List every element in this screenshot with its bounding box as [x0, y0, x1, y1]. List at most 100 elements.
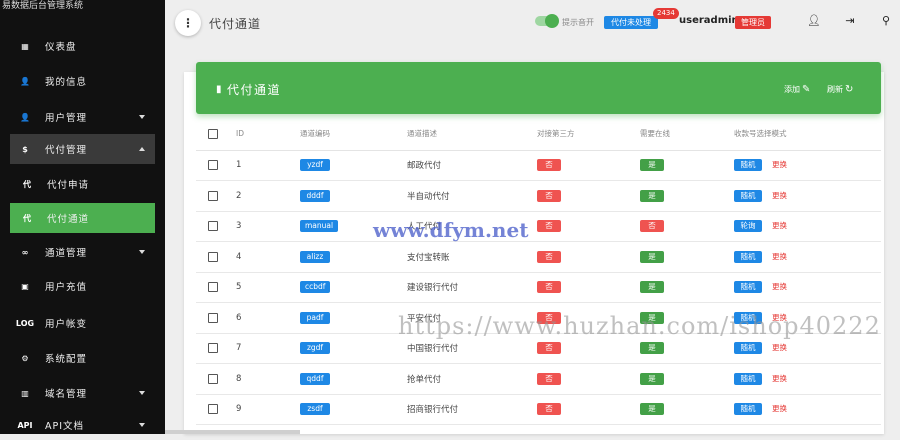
pending-count-badge: 2434	[653, 8, 679, 19]
cell-id: 4	[236, 241, 300, 273]
online-tag[interactable]: 是	[640, 159, 664, 172]
change-mode-link[interactable]: 更换	[772, 374, 787, 383]
pending-payout-button[interactable]: 代付未处理	[604, 16, 658, 29]
row-checkbox[interactable]	[208, 251, 218, 262]
sidebar-item-8[interactable]: LOG 用户帐变	[10, 308, 155, 338]
third-party-tag[interactable]: 否	[537, 281, 561, 294]
row-checkbox[interactable]	[208, 190, 218, 201]
third-party-tag[interactable]: 否	[537, 220, 561, 233]
online-tag[interactable]: 是	[640, 250, 664, 263]
row-checkbox[interactable]	[208, 404, 218, 414]
third-party-tag[interactable]: 否	[537, 403, 561, 416]
third-party-tag[interactable]: 否	[537, 311, 561, 324]
online-tag[interactable]: 是	[640, 342, 664, 355]
third-party-tag[interactable]: 否	[537, 372, 561, 385]
cell-desc: 中国银行代付	[407, 333, 537, 364]
change-mode-link[interactable]: 更换	[772, 282, 787, 291]
change-mode-link[interactable]: 更换	[772, 343, 787, 352]
sidebar-item-7[interactable]: ▣ 用户充值	[10, 271, 155, 301]
third-party-tag[interactable]: 否	[537, 189, 561, 202]
online-tag[interactable]: 是	[640, 403, 664, 416]
mode-tag: 随机	[734, 281, 762, 294]
cell-desc: 平安代付	[407, 302, 537, 334]
person-icon: 👤	[20, 112, 30, 122]
online-tag[interactable]: 是	[640, 281, 664, 294]
row-checkbox[interactable]	[208, 160, 218, 170]
channel-code-tag: zgdf	[300, 342, 330, 355]
sidebar-item-10[interactable]: ▥ 域名管理	[10, 378, 155, 408]
sidebar-item-11[interactable]: API API文档	[10, 410, 155, 440]
third-party-tag[interactable]: 否	[537, 159, 561, 172]
third-party-tag[interactable]: 否	[537, 250, 561, 263]
refresh-icon: ↻	[845, 84, 854, 95]
change-mode-link[interactable]: 更换	[772, 252, 787, 261]
channel-code-tag: dddf	[300, 189, 330, 202]
brand-title: 易数据后台管理系统	[2, 1, 84, 11]
channel-code-tag: zsdf	[300, 403, 330, 416]
money-icon: ▣	[21, 281, 29, 291]
select-all-checkbox[interactable]	[208, 128, 218, 139]
refresh-button[interactable]: 刷新 ↻	[827, 84, 853, 95]
sidebar-item-label: 通道管理	[45, 248, 88, 259]
chevron-down-icon	[139, 391, 145, 395]
row-checkbox[interactable]	[208, 343, 218, 353]
change-mode-link[interactable]: 更换	[772, 404, 787, 413]
sidebar-item-9[interactable]: ⚙ 系统配置	[10, 343, 155, 373]
col-desc: 通道描述	[407, 118, 537, 151]
online-tag[interactable]: 否	[640, 220, 664, 233]
table-row: 6 padf 平安代付否 是 随机 更换	[196, 302, 881, 334]
dai-text-icon: 代	[23, 179, 31, 189]
infinity-icon: ∞	[21, 247, 29, 257]
mode-tag: 随机	[734, 342, 762, 355]
chevron-down-icon	[139, 423, 145, 427]
key-icon[interactable]: ⚲	[879, 13, 893, 27]
online-tag[interactable]: 是	[640, 311, 664, 324]
sidebar-item-label: 用户管理	[45, 113, 88, 124]
channel-table: ID 通道编码 通道描述 对接第三方 需要在线 收款号选择模式 1 yzdf 邮政代…	[196, 118, 881, 425]
sound-toggle[interactable]	[535, 14, 559, 28]
sidebar-item-2[interactable]: 👤 用户管理	[10, 102, 155, 132]
add-button[interactable]: 添加 ✎	[784, 84, 810, 95]
sidebar-item-6[interactable]: ∞ 通道管理	[10, 237, 155, 267]
change-mode-link[interactable]: 更换	[772, 160, 787, 169]
dollar-icon: $	[22, 144, 28, 154]
logout-icon[interactable]: ⇥	[843, 13, 857, 27]
change-mode-link[interactable]: 更换	[772, 221, 787, 230]
online-tag[interactable]: 是	[640, 189, 664, 202]
row-checkbox[interactable]	[208, 312, 218, 323]
change-mode-link[interactable]: 更换	[772, 313, 787, 322]
row-checkbox[interactable]	[208, 282, 218, 292]
sidebar-item-label: 代付通道	[47, 214, 90, 225]
role-badge: 管理员	[735, 16, 771, 29]
online-tag[interactable]: 是	[640, 372, 664, 385]
person-icon[interactable]: 👤︎	[807, 13, 821, 27]
chevron-down-icon	[139, 250, 145, 254]
row-checkbox[interactable]	[208, 221, 218, 231]
cell-desc: 半自动代付	[407, 180, 537, 212]
mode-tag: 随机	[734, 311, 762, 324]
sidebar-item-3[interactable]: $ 代付管理	[10, 134, 155, 164]
cell-desc: 招商银行代付	[407, 394, 537, 425]
channel-code-tag: yzdf	[300, 159, 330, 172]
sidebar-item-0[interactable]: ▦ 仪表盘	[10, 31, 155, 61]
toggle-knob	[545, 14, 559, 28]
sidebar-item-label: 用户帐变	[45, 319, 88, 330]
sidebar-item-4[interactable]: 代 代付申请	[10, 169, 155, 199]
channel-code-tag: alizz	[300, 250, 330, 263]
mode-tag: 随机	[734, 403, 762, 416]
change-mode-link[interactable]: 更换	[772, 191, 787, 200]
menu-button[interactable]: ⋮	[175, 10, 201, 36]
person-icon: 👤	[20, 76, 30, 86]
horizontal-scrollbar[interactable]	[165, 430, 300, 434]
row-checkbox[interactable]	[208, 373, 218, 384]
book-icon: ▮	[216, 84, 224, 95]
sidebar-item-1[interactable]: 👤 我的信息	[10, 66, 155, 96]
cell-id: 7	[236, 333, 300, 364]
table-row: 4 alizz 支付宝转账否 是 随机 更换	[196, 241, 881, 273]
edit-icon: ✎	[802, 84, 811, 95]
cell-id: 5	[236, 272, 300, 303]
third-party-tag[interactable]: 否	[537, 342, 561, 355]
sidebar-item-5[interactable]: 代 代付通道	[10, 203, 155, 233]
chevron-up-icon	[139, 147, 145, 151]
channel-code-tag: ccbdf	[300, 281, 331, 294]
